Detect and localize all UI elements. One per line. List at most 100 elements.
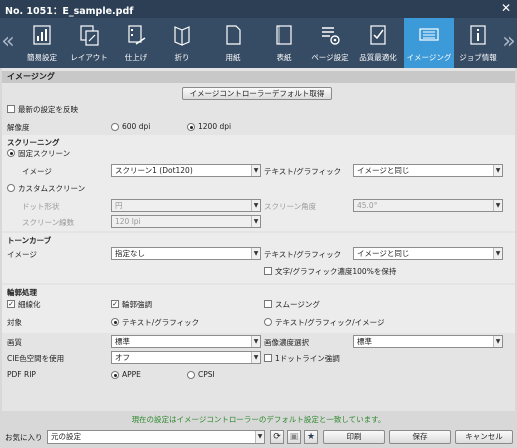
tab-fold[interactable]: 折り: [159, 18, 205, 68]
screen-image-select[interactable]: スクリーン1 (Dot120) ▼: [111, 164, 261, 177]
tone-image-select[interactable]: 指定なし ▼: [111, 247, 261, 260]
cpsi-radio[interactable]: [187, 371, 195, 379]
title-bar: No. 1051：E_sample.pdf ✕: [0, 0, 517, 18]
keep-100-checkbox[interactable]: [264, 267, 272, 275]
screening-title: スクリーニング: [7, 138, 60, 147]
dropdown-arrow-icon: ▼: [251, 216, 260, 227]
appe-radio[interactable]: [111, 371, 119, 379]
quality-icon: [370, 25, 386, 45]
target-text-image-radio[interactable]: [264, 318, 272, 326]
edge-title: 輪郭処理: [7, 288, 37, 297]
custom-screen-radio[interactable]: [7, 184, 15, 192]
edge-panel: [2, 285, 515, 333]
fold-icon: [174, 26, 190, 46]
tab-toolbar: « 簡易設定 レイアウト 仕上げ 折り 用紙 表紙 ページ設定 品質最適化 イメ…: [0, 18, 517, 68]
tab-label: 仕上げ: [124, 53, 148, 62]
tab-simple-settings[interactable]: 簡易設定: [19, 18, 65, 68]
appe-label: APPE: [122, 370, 141, 379]
fixed-screen-radio[interactable]: [7, 149, 15, 157]
info-icon: [470, 25, 486, 45]
prev-arrow-icon[interactable]: «: [0, 18, 16, 68]
get-default-button[interactable]: イメージコントローラーデフォルト取得: [182, 87, 332, 100]
cancel-button[interactable]: キャンセル: [455, 430, 513, 444]
edge-enhance-checkbox[interactable]: ✓: [111, 300, 119, 308]
select-value: 45.0°: [357, 201, 378, 210]
cie-select[interactable]: オフ ▼: [111, 351, 261, 364]
cpsi-label: CPSI: [198, 370, 215, 379]
save-button[interactable]: 保存: [389, 430, 451, 444]
tab-label: イメージング: [406, 53, 452, 62]
tab-label: 表紙: [276, 53, 292, 62]
tab-job-info[interactable]: ジョブ情報: [455, 18, 501, 68]
resolution-1200-label: 1200 dpi: [198, 122, 232, 131]
tab-finishing[interactable]: 仕上げ: [113, 18, 159, 68]
favorite-star-icon[interactable]: ★: [304, 430, 318, 444]
window-title: No. 1051：E_sample.pdf: [5, 6, 134, 17]
imaging-panel: イメージング イメージコントローラーデフォルト取得 最新の設定を反映 解像度 6…: [2, 68, 515, 411]
tab-label: 簡易設定: [27, 53, 57, 62]
tab-page-settings[interactable]: ページ設定: [307, 18, 353, 68]
print-button[interactable]: 印刷: [323, 430, 385, 444]
reflect-latest-label: 最新の設定を反映: [18, 105, 78, 114]
dropdown-arrow-icon: ▼: [251, 352, 260, 363]
screen-lines-label: スクリーン線数: [22, 218, 75, 227]
density-select[interactable]: 標準 ▼: [353, 335, 503, 348]
target-text-radio[interactable]: [111, 318, 119, 326]
screen-angle-label: スクリーン角度: [264, 202, 317, 211]
screen-text-select[interactable]: イメージと同じ ▼: [353, 164, 503, 177]
select-value: オフ: [115, 353, 130, 362]
resolution-1200-radio[interactable]: [187, 123, 195, 131]
refresh-icon[interactable]: ⟳: [270, 430, 284, 444]
section-title: イメージング: [2, 71, 515, 83]
tab-layout[interactable]: レイアウト: [65, 18, 113, 68]
select-value: イメージと同じ: [357, 166, 410, 175]
cie-label: CIE色空間を使用: [7, 354, 65, 363]
dropdown-arrow-icon: ▼: [493, 336, 502, 347]
finishing-icon: [128, 25, 146, 45]
target-text-label: テキスト/グラフィック: [122, 318, 200, 327]
density-label: 画像濃度選択: [264, 338, 309, 347]
paper-icon: [226, 25, 241, 45]
screen-angle-select[interactable]: 45.0° ▼: [353, 199, 503, 212]
tab-cover[interactable]: 表紙: [261, 18, 307, 68]
dropdown-arrow-icon: ▼: [493, 248, 502, 259]
resolution-label: 解像度: [7, 123, 30, 132]
resolution-600-radio[interactable]: [111, 123, 119, 131]
fixed-screen-label: 固定スクリーン: [18, 149, 71, 158]
select-value: 元の設定: [51, 432, 81, 441]
tone-curve-title: トーンカーブ: [7, 236, 52, 245]
edge-enhance-label: 輪郭強調: [122, 300, 152, 309]
dotline-checkbox[interactable]: [264, 354, 272, 362]
next-arrow-icon[interactable]: »: [501, 18, 517, 68]
dot-shape-select[interactable]: 円 ▼: [111, 199, 261, 212]
tab-label: 品質最適化: [359, 53, 397, 62]
smoothing-label: スムージング: [275, 300, 320, 309]
select-value: イメージと同じ: [357, 249, 410, 258]
thin-line-label: 細線化: [18, 300, 41, 309]
select-value: 120 lpi: [115, 217, 141, 226]
smoothing-checkbox[interactable]: [264, 300, 272, 308]
dot-shape-label: ドット形状: [22, 202, 60, 211]
tab-paper[interactable]: 用紙: [205, 18, 261, 68]
tab-label: ジョブ情報: [459, 53, 497, 62]
save-favorite-icon[interactable]: ▣: [287, 430, 301, 444]
reflect-latest-checkbox[interactable]: [7, 105, 15, 113]
footer-bar: お気に入り 元の設定 ▼ ⟳ ▣ ★ 印刷 保存 キャンセル: [0, 426, 517, 448]
select-value: スクリーン1 (Dot120): [115, 166, 193, 175]
select-value: 標準: [357, 337, 372, 346]
select-value: 指定なし: [115, 249, 145, 258]
thin-line-checkbox[interactable]: ✓: [7, 300, 15, 308]
favorites-label: お気に入り: [5, 433, 43, 442]
bar-chart-icon: [33, 25, 51, 45]
dropdown-arrow-icon: ▼: [255, 431, 264, 443]
close-icon[interactable]: ✕: [501, 1, 511, 15]
tone-text-select[interactable]: イメージと同じ ▼: [353, 247, 503, 260]
quality-label: 画質: [7, 338, 22, 347]
tab-quality-optimize[interactable]: 品質最適化: [353, 18, 403, 68]
tab-imaging[interactable]: イメージング: [404, 18, 454, 68]
dropdown-arrow-icon: ▼: [251, 165, 260, 176]
dropdown-arrow-icon: ▼: [493, 165, 502, 176]
screen-lines-select[interactable]: 120 lpi ▼: [111, 215, 261, 228]
favorites-select[interactable]: 元の設定 ▼: [47, 430, 265, 444]
quality-select[interactable]: 標準 ▼: [111, 335, 261, 348]
